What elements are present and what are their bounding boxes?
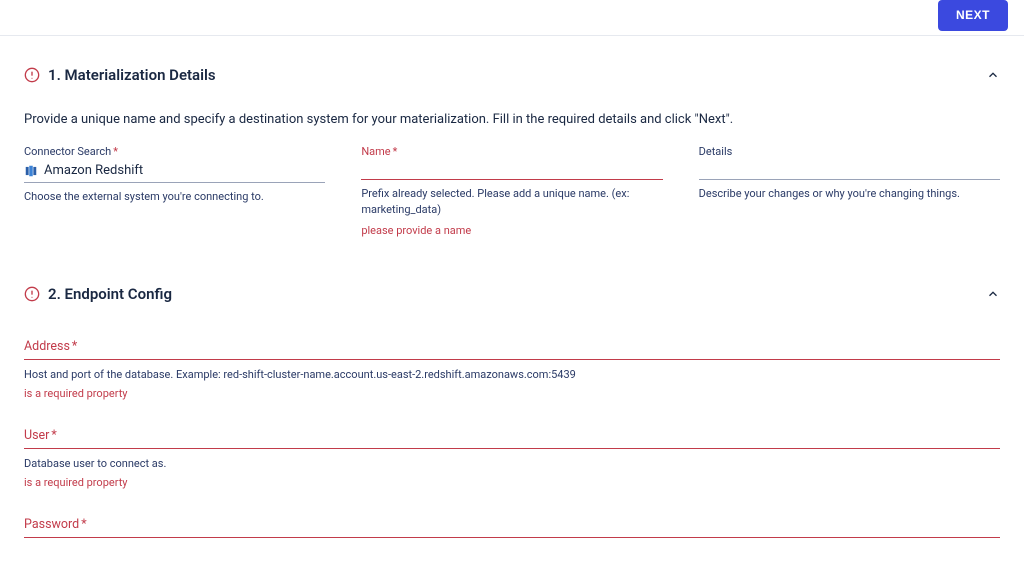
alert-circle-icon — [24, 286, 40, 302]
connector-help: Choose the external system you're connec… — [24, 189, 325, 205]
address-error: is a required property — [24, 387, 1000, 400]
address-label: Address* — [24, 339, 1000, 354]
section-title-1: 1. Materialization Details — [48, 66, 216, 84]
name-input[interactable] — [361, 160, 662, 180]
alert-circle-icon — [24, 67, 40, 83]
fields-row: Connector Search* Amazon Redshift Choose… — [24, 145, 1000, 237]
section-endpoint-config: 2. Endpoint Config Address* Host and por… — [24, 285, 1000, 538]
section-header: 1. Materialization Details — [24, 66, 1000, 84]
amazon-redshift-icon — [24, 164, 38, 178]
user-label: User* — [24, 428, 1000, 443]
connector-label: Connector Search* — [24, 145, 325, 158]
address-input[interactable] — [24, 356, 1000, 360]
name-help: Prefix already selected. Please add a un… — [361, 186, 662, 218]
name-field-group: Name* Prefix already selected. Please ad… — [361, 145, 662, 237]
top-bar: NEXT — [0, 0, 1024, 36]
name-label: Name* — [361, 145, 662, 158]
password-input[interactable] — [24, 534, 1000, 538]
user-help: Database user to connect as. — [24, 457, 1000, 470]
details-label: Details — [699, 145, 1000, 158]
chevron-up-icon[interactable] — [986, 68, 1000, 82]
section-title-wrap: 1. Materialization Details — [24, 66, 216, 84]
name-error: please provide a name — [361, 224, 662, 237]
section-description: Provide a unique name and specify a dest… — [24, 112, 1000, 127]
connector-value: Amazon Redshift — [44, 163, 143, 178]
section-title-2: 2. Endpoint Config — [48, 285, 172, 303]
user-input[interactable] — [24, 445, 1000, 449]
address-field-group: Address* Host and port of the database. … — [24, 339, 1000, 400]
details-input[interactable] — [699, 160, 1000, 180]
details-help: Describe your changes or why you're chan… — [699, 186, 1000, 202]
address-help: Host and port of the database. Example: … — [24, 368, 1000, 381]
user-field-group: User* Database user to connect as. is a … — [24, 428, 1000, 489]
section2-title-wrap: 2. Endpoint Config — [24, 285, 172, 303]
chevron-up-icon[interactable] — [986, 287, 1000, 301]
connector-search-input[interactable]: Amazon Redshift — [24, 160, 325, 183]
password-label: Password* — [24, 517, 1000, 532]
main-content: 1. Materialization Details Provide a uni… — [0, 66, 1024, 562]
connector-field-group: Connector Search* Amazon Redshift Choose… — [24, 145, 325, 205]
section2-header: 2. Endpoint Config — [24, 285, 1000, 303]
password-field-group: Password* — [24, 517, 1000, 538]
next-button[interactable]: NEXT — [938, 0, 1008, 31]
details-field-group: Details Describe your changes or why you… — [699, 145, 1000, 202]
user-error: is a required property — [24, 476, 1000, 489]
section-materialization-details: 1. Materialization Details Provide a uni… — [24, 66, 1000, 237]
